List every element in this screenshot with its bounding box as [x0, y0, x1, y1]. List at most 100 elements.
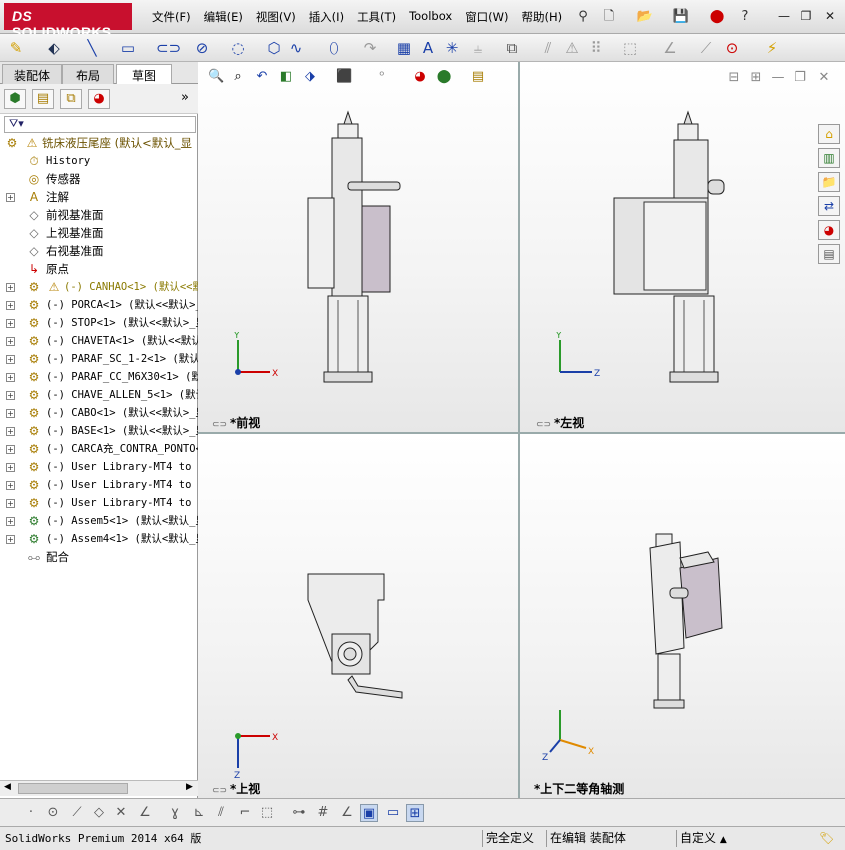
- arc-icon[interactable]: ◌: [228, 38, 248, 58]
- tree-item[interactable]: + ⚙ (-) Assem4<1> (默认<默认_显: [0, 530, 198, 548]
- new-document-icon[interactable]: 🗋: [600, 8, 618, 26]
- graphics-area[interactable]: 🔍 ⌕ ↶ ◧ ⬗ ⬛ ᵒ ◕ ⬤ ▤ Y X ⊂⊃ *前视 ⊟ ⊞ — ❐ ✕…: [198, 62, 845, 798]
- tree-item[interactable]: + ⚙ (-) PORCA<1> (默认<<默认>_: [0, 296, 198, 314]
- design-library-icon[interactable]: 📁: [818, 172, 840, 192]
- plane-icon[interactable]: ▦: [394, 38, 414, 58]
- hide-show-items-icon[interactable]: ᵒ: [374, 69, 390, 85]
- rapid-sketch-icon[interactable]: ⚡: [762, 38, 782, 58]
- tree-item[interactable]: + ⚙ (-) User Library-MT4 to M7: [0, 494, 198, 512]
- tree-item[interactable]: + A 注解: [0, 188, 198, 206]
- tree-item[interactable]: + ⚙ (-) STOP<1> (默认<<默认>_显: [0, 314, 198, 332]
- view-cube-icon[interactable]: ▣: [360, 804, 378, 822]
- pin-icon[interactable]: ⚲: [574, 8, 592, 26]
- tree-item[interactable]: ◇ 前视基准面: [0, 206, 198, 224]
- angle-snap-icon[interactable]: ∠: [338, 804, 356, 822]
- expand-toggle-icon[interactable]: +: [6, 517, 15, 526]
- previous-view-icon[interactable]: ↶: [254, 69, 270, 85]
- grid-icon[interactable]: #: [314, 804, 332, 822]
- slot-icon[interactable]: ⊂⊃: [156, 38, 181, 58]
- tree-item[interactable]: ⧟ 配合: [0, 548, 198, 566]
- scroll-right-icon[interactable]: ▶: [186, 782, 193, 792]
- display-manager-icon[interactable]: ◕: [88, 89, 110, 109]
- pane-close-icon[interactable]: ✕: [816, 70, 832, 86]
- restore-icon[interactable]: ❐: [798, 9, 814, 23]
- rebuild-traffic-light-icon[interactable]: ⬤: [708, 8, 726, 26]
- tree-item[interactable]: + ⚙ (-) CARCA充_CONTRA_PONTO<: [0, 440, 198, 458]
- tree-item[interactable]: + ⚙ (-) CABO<1> (默认<<默认>_显: [0, 404, 198, 422]
- tree-item[interactable]: + ⚙ (-) User Library-MT4 to M7: [0, 476, 198, 494]
- solidworks-logo[interactable]: DS SOLIDWORKS: [4, 3, 132, 40]
- quick-snaps-icon[interactable]: ⊙: [722, 38, 742, 58]
- circle-icon[interactable]: ⊘: [192, 38, 212, 58]
- tree-item[interactable]: + ⚙ (-) BASE<1> (默认<<默认>_显: [0, 422, 198, 440]
- view-settings-icon[interactable]: ▤: [470, 69, 486, 85]
- spline-icon[interactable]: ∿: [286, 38, 306, 58]
- fillet-icon[interactable]: ↷: [360, 38, 380, 58]
- display-relations-icon[interactable]: ∠: [660, 38, 680, 58]
- menu-tools[interactable]: 工具(T): [357, 9, 396, 25]
- menu-help[interactable]: 帮助(H): [522, 9, 563, 25]
- menu-window[interactable]: 窗口(W): [465, 9, 508, 25]
- expand-toggle-icon[interactable]: +: [6, 355, 15, 364]
- tile-vertical-icon[interactable]: ⊞: [748, 70, 764, 86]
- expand-toggle-icon[interactable]: +: [6, 481, 15, 490]
- tree-item[interactable]: ⏱ History: [0, 152, 198, 170]
- view-orientation-icon[interactable]: ⬗: [302, 69, 318, 85]
- offset-icon[interactable]: ⫽: [538, 38, 558, 58]
- pane-restore-icon[interactable]: ❐: [792, 70, 808, 86]
- property-manager-icon[interactable]: ▤: [32, 89, 54, 109]
- expand-toggle-icon[interactable]: +: [6, 283, 15, 292]
- quadrant-snap-icon[interactable]: ◇: [90, 804, 108, 822]
- tree-item[interactable]: ◎ 传感器: [0, 170, 198, 188]
- expand-toggle-icon[interactable]: +: [6, 301, 15, 310]
- configuration-manager-icon[interactable]: ⧉: [60, 89, 82, 109]
- parallel-snap-icon[interactable]: ⫽: [212, 804, 230, 822]
- sketch-icon[interactable]: ✎: [6, 38, 26, 58]
- filter-field[interactable]: ⛛▾: [4, 116, 196, 133]
- tree-item[interactable]: + ⚙ (-) Assem5<1> (默认<默认_显: [0, 512, 198, 530]
- tree-item[interactable]: ↳ 原点: [0, 260, 198, 278]
- expand-toggle-icon[interactable]: +: [6, 337, 15, 346]
- tab-sketch[interactable]: 草图: [116, 64, 172, 85]
- tree-item[interactable]: ◇ 上视基准面: [0, 224, 198, 242]
- save-icon[interactable]: 💾: [672, 8, 690, 26]
- left-view-pane[interactable]: ⊟ ⊞ — ❐ ✕ Y Z ⊂⊃ *左视: [520, 62, 845, 432]
- file-explorer-icon[interactable]: ⇄: [818, 196, 840, 216]
- top-view-pane[interactable]: X Z ⊂⊃ *上视: [198, 434, 518, 798]
- pane-minimize-icon[interactable]: —: [770, 70, 786, 86]
- trim-icon[interactable]: ⫨: [468, 38, 488, 58]
- perpendicular-snap-icon[interactable]: ⊾: [190, 804, 208, 822]
- tree-horizontal-scrollbar[interactable]: ◀ ▶: [0, 780, 198, 796]
- tree-item[interactable]: + ⚙ (-) User Library-MT4 to M7: [0, 458, 198, 476]
- feature-manager-icon[interactable]: ⬢: [4, 89, 26, 109]
- text-icon[interactable]: A: [418, 38, 438, 58]
- expand-toggle-icon[interactable]: +: [6, 535, 15, 544]
- custom-properties-icon[interactable]: ▤: [818, 244, 840, 264]
- scrollbar-thumb[interactable]: [18, 783, 128, 794]
- horizontal-pane-splitter[interactable]: [198, 432, 845, 434]
- display-style-icon[interactable]: ⬛: [336, 69, 352, 85]
- grid-snap-icon[interactable]: ⊶: [290, 804, 308, 822]
- tree-item[interactable]: + ⚙ (-) PARAF_SC_1-2<1> (默认: [0, 350, 198, 368]
- zoom-to-area-icon[interactable]: ⌕: [230, 69, 246, 85]
- front-view-pane[interactable]: 🔍 ⌕ ↶ ◧ ⬗ ⬛ ᵒ ◕ ⬤ ▤ Y X ⊂⊃ *前视: [198, 62, 518, 432]
- home-icon[interactable]: ⌂: [818, 124, 840, 144]
- point-snap-icon[interactable]: ·: [22, 804, 40, 822]
- expand-toggle-icon[interactable]: +: [6, 319, 15, 328]
- tab-layout[interactable]: 布局: [62, 64, 114, 84]
- minimize-icon[interactable]: —: [776, 9, 792, 23]
- linear-pattern-icon[interactable]: ⠿: [586, 38, 606, 58]
- convert-entities-icon[interactable]: ⧉: [502, 38, 522, 58]
- tile-view-icon[interactable]: ▭: [384, 804, 402, 822]
- apply-scene-icon[interactable]: ⬤: [436, 69, 452, 85]
- tree-item[interactable]: ⚙ ⚠ 铣床液压尾座 (默认<默认_显: [0, 134, 198, 152]
- menu-insert[interactable]: 插入(I): [309, 9, 344, 25]
- four-view-icon[interactable]: ⊞: [406, 804, 424, 822]
- point-icon[interactable]: ✳: [442, 38, 462, 58]
- tab-assembly[interactable]: 装配体: [2, 64, 62, 84]
- length-snap-icon[interactable]: ⬚: [258, 804, 276, 822]
- edit-appearance-icon[interactable]: ◕: [412, 69, 428, 85]
- isometric-view-pane[interactable]: X Z *上下二等角轴测: [520, 434, 845, 798]
- expand-toggle-icon[interactable]: +: [6, 463, 15, 472]
- center-snap-icon[interactable]: ⊙: [44, 804, 62, 822]
